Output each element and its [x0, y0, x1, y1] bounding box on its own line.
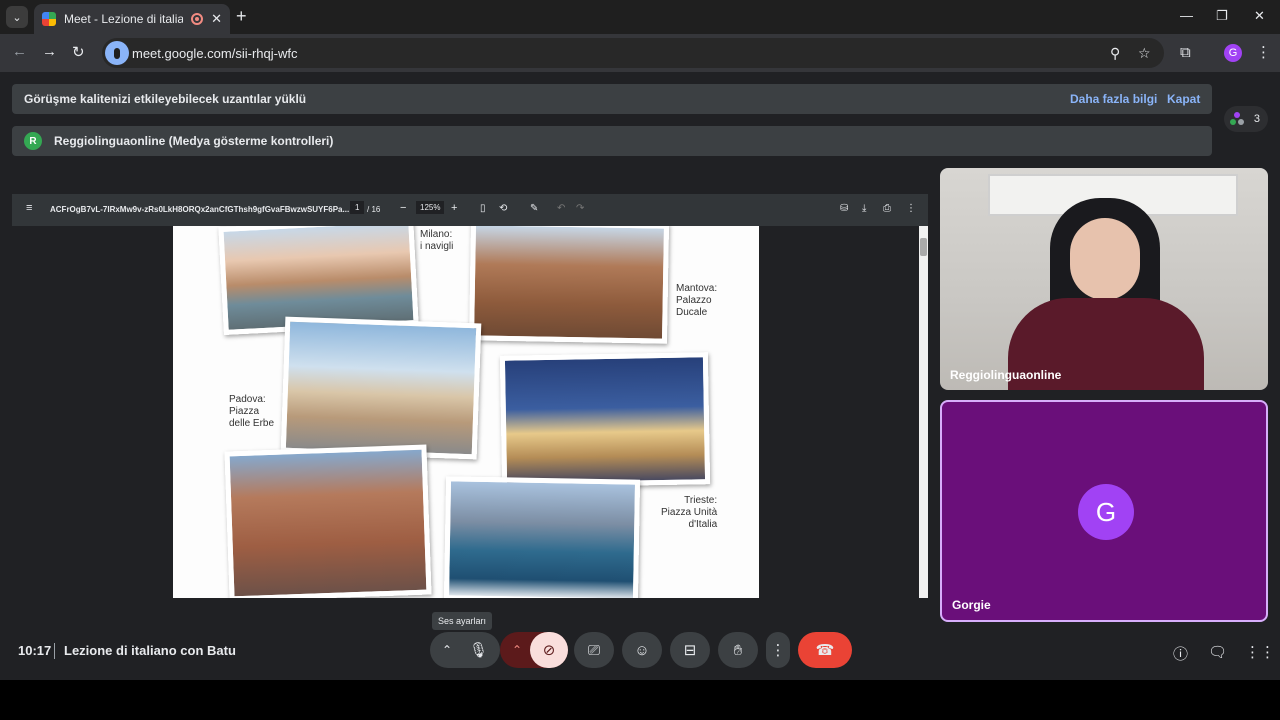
pdf-page-input[interactable]: 1	[350, 201, 365, 214]
print-icon[interactable]: ⎙	[883, 203, 891, 214]
meeting-clock: 10:17	[18, 643, 52, 658]
leave-call-button[interactable]: ☎︎	[798, 632, 852, 668]
pdf-more-icon[interactable]: ⋮	[906, 203, 916, 214]
close-banner-button[interactable]: Kapat	[1167, 92, 1200, 106]
more-options-icon: ⋮	[770, 642, 786, 659]
recording-indicator-icon	[191, 13, 204, 25]
self-avatar: G	[1078, 484, 1134, 540]
microphone-control-group: ⌃ 🎙︎	[430, 632, 500, 668]
forward-arrow-icon[interactable]: →	[42, 43, 57, 60]
audio-settings-chevron-icon[interactable]: ⌃	[442, 643, 452, 657]
address-bar[interactable]: meet.google.com/sii-rhqj-wfc ⚲ ☆	[102, 38, 1164, 68]
presenter-media-controls-banner[interactable]: R Reggiolinguaonline (Medya gösterme kon…	[12, 126, 1212, 156]
pdf-menu-icon[interactable]: ≡	[26, 202, 32, 214]
pdf-scrollbar[interactable]	[919, 226, 928, 598]
microphone-site-icon[interactable]	[105, 41, 129, 65]
new-tab-plus-icon[interactable]: +	[236, 6, 247, 27]
emoji-reactions-button[interactable]: ☺	[622, 632, 662, 668]
reload-icon[interactable]: ↻	[72, 43, 85, 61]
presenter-avatar: R	[24, 132, 42, 150]
pdf-toolbar: ≡ ACFrOgB7vL-7IRxMw9v-zRs0LkH8ORQx2anCfG…	[12, 194, 928, 226]
zoom-in-icon[interactable]: +	[451, 202, 457, 214]
present-screen-button[interactable]: ⎚	[574, 632, 614, 668]
meeting-info-icon[interactable]: ⓘ	[1173, 643, 1188, 664]
microphone-icon[interactable]: 🎙︎	[469, 641, 488, 659]
meet-favicon-icon	[42, 12, 56, 26]
camera-off-button[interactable]: ⊘	[530, 632, 568, 668]
url-text: meet.google.com/sii-rhqj-wfc	[132, 46, 298, 61]
extensions-warning-banner: Görüşme kalitenizi etkileyebilecek uzant…	[12, 84, 1212, 114]
extensions-puzzle-icon[interactable]: ⧉	[1180, 44, 1191, 61]
download-icon[interactable]: ⤓	[862, 203, 866, 214]
rotate-icon[interactable]: ⟲	[499, 203, 507, 214]
raise-hand-icon: ✋︎	[733, 641, 743, 659]
activities-grid-icon[interactable]: ⋮⋮	[1245, 643, 1275, 661]
fit-page-icon[interactable]: ▯	[480, 203, 486, 214]
emoji-icon: ☺	[634, 641, 650, 659]
browser-toolbar: ← → ↻ meet.google.com/sii-rhqj-wfc ⚲ ☆ ⧉…	[0, 34, 1280, 72]
captions-button[interactable]: ⊟	[670, 632, 710, 668]
pdf-document-area[interactable]: Milano: i navigli Mantova: Palazzo Ducale P…	[12, 226, 928, 598]
pdf-zoom-level[interactable]: 125%	[416, 201, 445, 214]
profile-avatar[interactable]: G	[1224, 44, 1242, 62]
window-close-icon[interactable]: ✕	[1254, 8, 1265, 24]
divider	[54, 643, 55, 659]
shared-pdf-viewer: ≡ ACFrOgB7vL-7IRxMw9v-zRs0LkH8ORQx2anCfG…	[12, 194, 928, 598]
bookmark-star-icon[interactable]: ☆	[1138, 45, 1151, 62]
annotate-pen-icon[interactable]: ✎	[530, 203, 538, 214]
more-options-button[interactable]: ⋮	[766, 632, 790, 668]
present-screen-icon: ⎚	[587, 641, 600, 659]
presenter-face	[1070, 218, 1140, 300]
browser-menu-icon[interactable]: ⋮	[1256, 43, 1271, 61]
tab-close-icon[interactable]: ✕	[211, 11, 222, 27]
zoom-search-icon[interactable]: ⚲	[1110, 45, 1120, 62]
participants-button[interactable]: 3	[1224, 106, 1268, 132]
presenter-name-label: Reggiolinguaonline	[950, 368, 1062, 382]
caption-trieste: Trieste: Piazza Unità d'Italia	[661, 495, 718, 530]
photo-napoli	[443, 476, 641, 598]
tab-search-chevron-icon[interactable]: ⌄	[6, 6, 28, 28]
raise-hand-button[interactable]: ✋︎	[718, 632, 758, 668]
zoom-out-icon[interactable]: −	[400, 202, 406, 214]
photo-mantova	[468, 226, 670, 344]
browser-tab-meet[interactable]: Meet - Lezione di italiano c ✕	[34, 4, 230, 34]
undo-icon[interactable]: ↶	[557, 203, 565, 214]
redo-icon[interactable]: ↷	[576, 203, 584, 214]
banner-text: Görüşme kalitenizi etkileyebilecek uzant…	[24, 92, 307, 106]
pdf-page-total: / 16	[367, 205, 381, 214]
caption-mantova: Mantova: Palazzo Ducale	[676, 283, 718, 318]
photo-padova	[280, 316, 482, 460]
pdf-filename: ACFrOgB7vL-7IRxMw9v-zRs0LkH8ORQx2anCfGTh…	[50, 205, 350, 214]
hang-up-icon: ☎︎	[815, 642, 835, 659]
meet-stage: Görüşme kalitenizi etkileyebilecek uzant…	[0, 72, 1280, 680]
presenter-controls-label: Reggiolinguaonline (Medya gösterme kontr…	[54, 134, 334, 148]
browser-tab-bar: ⌄ Meet - Lezione di italiano c ✕ + — ❐ ✕	[0, 0, 1280, 34]
participants-count: 3	[1253, 113, 1260, 125]
photo-trieste	[499, 352, 711, 488]
caption-padova: Padova: Piazza delle Erbe	[229, 394, 275, 429]
presenter-video-tile[interactable]: Reggiolinguaonline	[940, 168, 1268, 390]
learn-more-link[interactable]: Daha fazla bilgi	[1070, 92, 1157, 106]
caption-milano: Milano: i navigli	[420, 229, 454, 252]
back-arrow-icon[interactable]: ←	[12, 43, 27, 60]
captions-icon: ⊟	[683, 642, 697, 659]
minimize-icon[interactable]: —	[1180, 8, 1193, 23]
tab-title: Meet - Lezione di italiano c	[64, 12, 184, 26]
participants-avatars-icon	[1230, 112, 1244, 126]
audio-settings-tooltip: Ses ayarları	[432, 612, 493, 630]
pdf-page: Milano: i navigli Mantova: Palazzo Ducale P…	[173, 226, 759, 598]
self-video-tile[interactable]: G Gorgie	[940, 400, 1268, 622]
self-name-label: Gorgie	[952, 598, 991, 612]
video-settings-chevron-icon[interactable]: ⌃	[512, 643, 522, 657]
camera-off-icon: ⊘	[542, 642, 556, 659]
restore-icon[interactable]: ❐	[1216, 8, 1228, 24]
drive-save-icon[interactable]: ⛁	[840, 203, 848, 214]
chat-icon[interactable]: 🗨︎	[1208, 643, 1227, 661]
photo-ferrara	[224, 444, 432, 598]
meeting-title: Lezione di italiano con Batu	[64, 643, 236, 658]
